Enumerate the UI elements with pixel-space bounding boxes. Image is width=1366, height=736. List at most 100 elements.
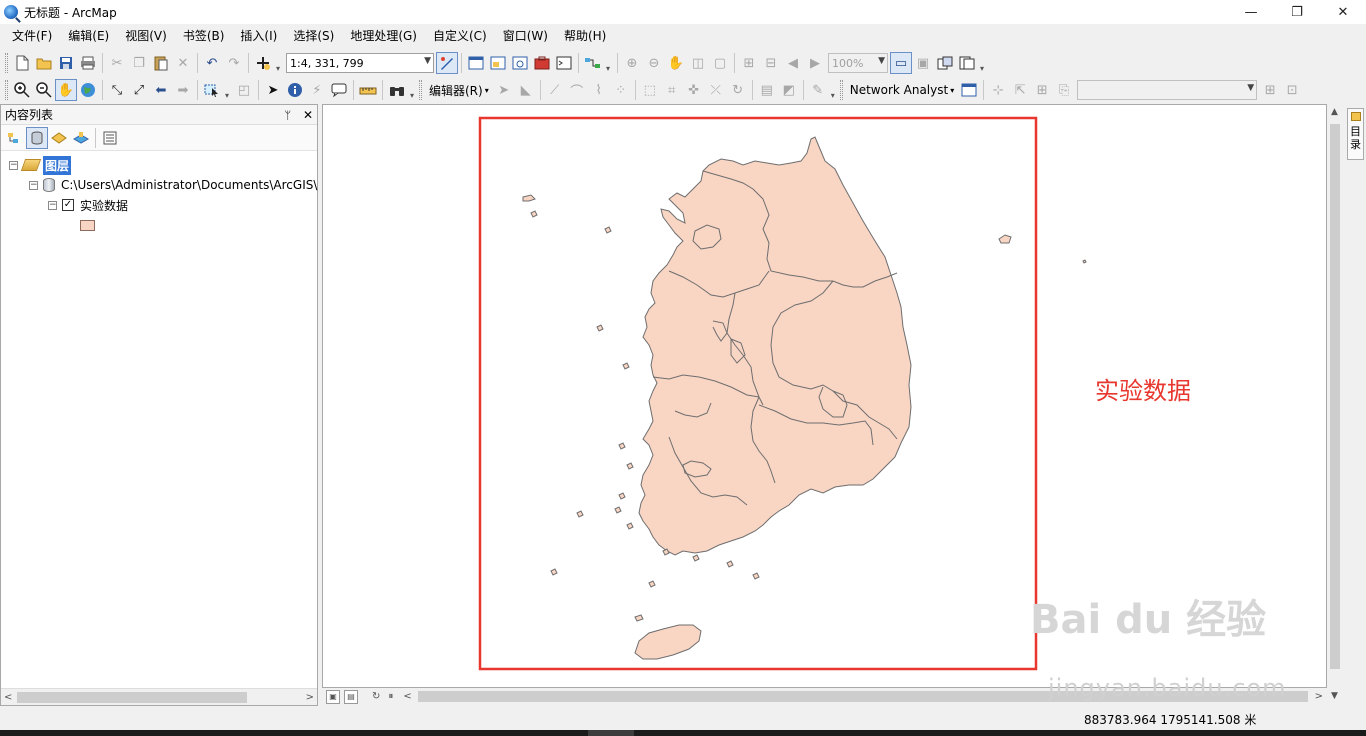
tree-row-symbol[interactable]: [80, 215, 95, 235]
toolbar-grip[interactable]: [5, 80, 8, 100]
layout-zoom-in-icon[interactable]: ⊕: [621, 52, 643, 74]
editor-menu[interactable]: 编辑器(R) ▾: [425, 82, 493, 99]
data-frame-label[interactable]: 图层: [43, 155, 72, 175]
directions-icon[interactable]: ⎘: [1053, 79, 1075, 101]
focus-data-frame-icon[interactable]: ▣: [912, 52, 934, 74]
identify-icon[interactable]: [284, 79, 306, 101]
arctoolbox-icon[interactable]: [531, 52, 553, 74]
list-by-drawing-order-icon[interactable]: [4, 127, 26, 149]
toc-horizontal-scrollbar[interactable]: < >: [1, 688, 317, 705]
layout-back-extent-icon[interactable]: ◀: [782, 52, 804, 74]
search-window-icon[interactable]: [509, 52, 531, 74]
build-network-icon[interactable]: ⊞: [1259, 79, 1281, 101]
collapse-icon[interactable]: −: [48, 200, 57, 210]
clear-selection-icon[interactable]: ◰: [233, 79, 255, 101]
layout-forward-extent-icon[interactable]: ▶: [804, 52, 826, 74]
data-driven-pages-icon[interactable]: [956, 52, 978, 74]
copy-icon[interactable]: ❐: [128, 52, 150, 74]
taskbar-item[interactable]: [588, 730, 634, 736]
catalog-window-icon[interactable]: [487, 52, 509, 74]
layout-zoom-whole-page-icon[interactable]: ◫: [687, 52, 709, 74]
map-vertical-scroll-thumb[interactable]: [1330, 124, 1340, 669]
menu-file[interactable]: 文件(F): [4, 24, 60, 48]
layout-zoom-combobox[interactable]: 100% ▼: [828, 53, 888, 73]
chevron-down-icon[interactable]: ▾: [829, 80, 837, 100]
pan-hand-icon[interactable]: ✋: [55, 79, 77, 101]
endpoint-arc-icon[interactable]: ⌒: [566, 79, 588, 101]
measure-ruler-icon[interactable]: [357, 79, 379, 101]
trace-icon[interactable]: ⌇: [588, 79, 610, 101]
layer-visibility-checkbox[interactable]: ✓: [62, 199, 74, 211]
chevron-down-icon[interactable]: ▾: [223, 80, 231, 100]
scroll-right-icon[interactable]: >: [1315, 691, 1323, 702]
change-layout-icon[interactable]: [934, 52, 956, 74]
network-identify-icon[interactable]: ⊡: [1281, 79, 1303, 101]
editor-toolbar-icon[interactable]: [436, 52, 458, 74]
scroll-thumb[interactable]: [17, 692, 247, 703]
toolbar-grip[interactable]: [839, 80, 843, 100]
scroll-left-icon[interactable]: <: [403, 691, 411, 702]
network-analyst-window-icon[interactable]: [958, 79, 980, 101]
open-folder-icon[interactable]: [33, 52, 55, 74]
solve-icon[interactable]: ⊞: [1031, 79, 1053, 101]
list-by-selection-icon[interactable]: [70, 127, 92, 149]
data-view-icon[interactable]: ▣: [326, 689, 340, 704]
menu-edit[interactable]: 编辑(E): [60, 24, 117, 48]
go-forward-extent-icon[interactable]: ➡: [172, 79, 194, 101]
close-button[interactable]: ✕: [1320, 0, 1366, 24]
print-icon[interactable]: [77, 52, 99, 74]
edit-annotation-icon[interactable]: ◣: [515, 79, 537, 101]
scroll-down-icon[interactable]: ▼: [1331, 691, 1338, 701]
new-document-icon[interactable]: [11, 52, 33, 74]
layout-zoom-100-icon[interactable]: ▢: [709, 52, 731, 74]
select-features-icon[interactable]: [201, 79, 223, 101]
scroll-right-icon[interactable]: >: [306, 692, 314, 703]
map-scale-combobox[interactable]: 1:4, 331, 799 ▼: [286, 53, 434, 73]
scroll-left-icon[interactable]: <: [4, 692, 12, 703]
toolbar-grip[interactable]: [419, 80, 422, 100]
redo-icon[interactable]: ↷: [223, 52, 245, 74]
chevron-down-icon[interactable]: ▾: [978, 53, 986, 73]
point-icon[interactable]: ⁘: [610, 79, 632, 101]
list-by-visibility-icon[interactable]: [48, 127, 70, 149]
layout-fixed-zoom-in-icon[interactable]: ⊞: [738, 52, 760, 74]
fixed-zoom-out-icon[interactable]: ⤢: [128, 79, 150, 101]
tree-row-workspace[interactable]: − C:\Users\Administrator\Documents\ArcGI…: [29, 175, 317, 195]
fixed-zoom-in-icon[interactable]: ⤡: [106, 79, 128, 101]
layout-view-icon[interactable]: ▤: [344, 689, 358, 704]
edit-tool-icon[interactable]: ➤: [493, 79, 515, 101]
maximize-button[interactable]: ❐: [1274, 0, 1320, 24]
paste-icon[interactable]: [150, 52, 172, 74]
straight-segment-icon[interactable]: ⟋: [544, 79, 566, 101]
create-network-location-icon[interactable]: ⊹: [987, 79, 1009, 101]
scroll-up-icon[interactable]: ▲: [1331, 107, 1338, 117]
list-by-source-icon[interactable]: [26, 126, 48, 149]
attributes-icon[interactable]: ▤: [756, 79, 778, 101]
go-back-extent-icon[interactable]: ⬅: [150, 79, 172, 101]
menu-geoprocessing[interactable]: 地理处理(G): [342, 24, 425, 48]
menu-bookmarks[interactable]: 书签(B): [175, 24, 233, 48]
toolbar-grip[interactable]: [5, 53, 8, 73]
network-analyst-menu[interactable]: Network Analyst ▾: [846, 83, 959, 97]
network-dataset-combobox[interactable]: ▼: [1077, 80, 1258, 100]
refresh-icon[interactable]: ↻: [372, 691, 380, 702]
delete-icon[interactable]: ✕: [172, 52, 194, 74]
cut-icon[interactable]: ✂: [106, 52, 128, 74]
split-tool-icon[interactable]: ⤫: [705, 79, 727, 101]
menu-windows[interactable]: 窗口(W): [495, 24, 556, 48]
create-features-icon[interactable]: ✎: [807, 79, 829, 101]
model-builder-icon[interactable]: [582, 52, 604, 74]
minimize-button[interactable]: —: [1228, 0, 1274, 24]
menu-view[interactable]: 视图(V): [117, 24, 175, 48]
select-move-location-icon[interactable]: ⇱: [1009, 79, 1031, 101]
layout-pan-icon[interactable]: ✋: [665, 52, 687, 74]
layout-fixed-zoom-out-icon[interactable]: ⊟: [760, 52, 782, 74]
rotate-tool-icon[interactable]: ↻: [727, 79, 749, 101]
pause-drawing-icon[interactable]: ⏸: [388, 691, 393, 702]
chevron-down-icon[interactable]: ▾: [274, 53, 282, 73]
select-elements-arrow-icon[interactable]: ➤: [262, 79, 284, 101]
save-icon[interactable]: [55, 52, 77, 74]
menu-insert[interactable]: 插入(I): [232, 24, 285, 48]
full-extent-globe-icon[interactable]: [77, 79, 99, 101]
catalog-dock-tab[interactable]: 目录: [1347, 108, 1364, 160]
